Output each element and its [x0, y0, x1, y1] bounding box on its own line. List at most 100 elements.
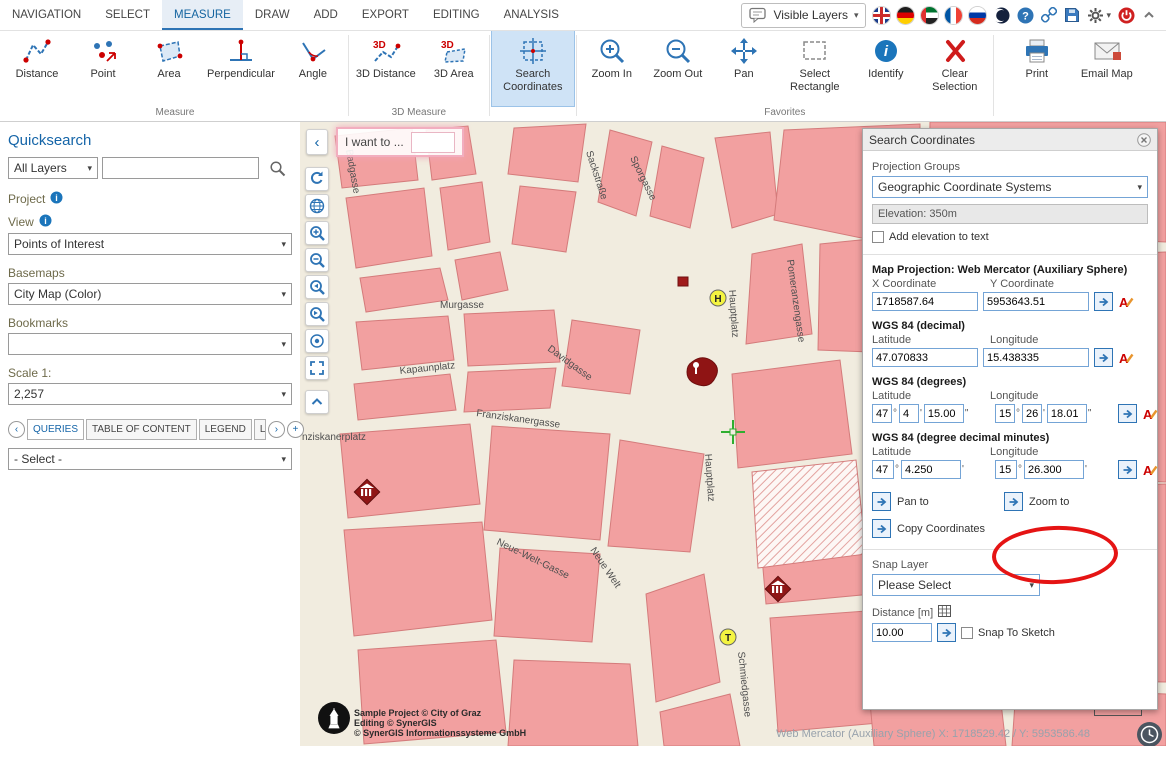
flag-germany-icon[interactable]	[897, 7, 914, 24]
menu-tab-analysis[interactable]: ANALYSIS	[492, 0, 571, 30]
angle-button[interactable]: Angle	[280, 30, 346, 106]
latitude-degrees-input[interactable]	[872, 404, 892, 423]
perpendicular-button[interactable]: Perpendicular	[202, 30, 280, 106]
point-button[interactable]: Point	[70, 30, 136, 106]
query-dropdown[interactable]: - Select - ▾	[8, 448, 292, 470]
longitude-degrees-input[interactable]	[995, 404, 1015, 423]
scale-dropdown[interactable]: 2,257 ▾	[8, 383, 292, 405]
3d-distance-button[interactable]: 3D 3D Distance	[351, 30, 421, 106]
apply-decimal-button[interactable]	[1094, 348, 1113, 367]
flag-uk-icon[interactable]	[873, 7, 890, 24]
longitude-ddm-degrees-input[interactable]	[995, 460, 1017, 479]
latitude-ddm-minutes-input[interactable]	[901, 460, 961, 479]
label-coordinate-icon[interactable]: A	[1142, 406, 1158, 422]
collapse-ribbon-icon[interactable]	[1142, 8, 1156, 22]
collapse-tools-icon[interactable]	[305, 390, 329, 414]
label-coordinate-icon[interactable]: A	[1118, 350, 1134, 366]
selected-feature-blob[interactable]	[687, 358, 717, 386]
help-icon[interactable]: ?	[1017, 7, 1034, 24]
menu-tab-navigation[interactable]: NAVIGATION	[0, 0, 93, 30]
longitude-ddm-minutes-input[interactable]	[1024, 460, 1084, 479]
3d-area-button[interactable]: 3D 3D Area	[421, 30, 487, 106]
apply-degrees-button[interactable]	[1118, 404, 1137, 423]
search-coordinates-button[interactable]: Search Coordinates	[492, 30, 574, 106]
flag-uae-icon[interactable]	[921, 7, 938, 24]
latitude-decimal-input[interactable]	[872, 348, 978, 367]
longitude-seconds-input[interactable]	[1047, 404, 1087, 423]
zoom-to-button[interactable]: Zoom to	[1004, 492, 1069, 511]
power-icon[interactable]	[1118, 7, 1135, 24]
add-elevation-checkbox[interactable]	[872, 231, 884, 243]
menu-tab-editing[interactable]: EDITING	[421, 0, 492, 30]
panel-header[interactable]: Search Coordinates	[863, 129, 1157, 151]
zoom-in-button[interactable]: Zoom In	[579, 30, 645, 106]
history-clock-icon[interactable]	[1136, 721, 1163, 746]
poi-marker-t[interactable]: T	[720, 629, 736, 645]
clear-selection-button[interactable]: Clear Selection	[919, 30, 991, 106]
label-coordinate-icon[interactable]: A	[1118, 294, 1134, 310]
i-want-to-widget[interactable]: I want to ...	[336, 127, 464, 157]
basemap-dropdown[interactable]: City Map (Color) ▾	[8, 283, 292, 305]
i-want-to-input[interactable]	[411, 132, 455, 153]
snap-distance-input[interactable]	[872, 623, 932, 642]
close-icon[interactable]	[1137, 133, 1151, 147]
full-extent-icon[interactable]	[305, 356, 329, 380]
tab-table-of-content[interactable]: TABLE OF CONTENT	[86, 419, 197, 440]
night-mode-icon[interactable]	[993, 7, 1010, 24]
tab-legend[interactable]: LEGEND	[199, 419, 252, 440]
menu-tab-draw[interactable]: DRAW	[243, 0, 302, 30]
apply-ddm-button[interactable]	[1118, 460, 1137, 479]
select-rectangle-button[interactable]: Select Rectangle	[777, 30, 853, 106]
tab-queries[interactable]: QUERIES	[27, 419, 84, 440]
tabs-scroll-left-icon[interactable]: ‹	[8, 421, 25, 438]
next-extent-icon[interactable]	[305, 302, 329, 326]
flag-france-icon[interactable]	[945, 7, 962, 24]
center-map-icon[interactable]	[305, 329, 329, 353]
tabs-scroll-right-icon[interactable]: ›	[268, 421, 285, 438]
layers-filter-dropdown[interactable]: All Layers ▾	[8, 157, 98, 179]
save-icon[interactable]	[1064, 7, 1080, 23]
sidebar-collapse-button[interactable]: ‹	[306, 129, 328, 155]
email-map-button[interactable]: Email Map	[1070, 30, 1144, 106]
longitude-minutes-input[interactable]	[1022, 404, 1042, 423]
label-coordinate-icon[interactable]: A	[1142, 462, 1158, 478]
area-button[interactable]: Area	[136, 30, 202, 106]
quicksearch-input[interactable]	[102, 157, 259, 179]
pan-button[interactable]: Pan	[711, 30, 777, 106]
menu-tab-add[interactable]: ADD	[302, 0, 350, 30]
link-icon[interactable]	[1041, 7, 1057, 23]
settings-button[interactable]: ▾	[1087, 7, 1111, 24]
pan-to-button[interactable]: Pan to	[872, 492, 1004, 511]
search-icon[interactable]	[263, 156, 292, 180]
quicksearch-title[interactable]: Quicksearch	[8, 132, 292, 149]
visible-layers-button[interactable]: Visible Layers ▾	[741, 3, 866, 28]
copy-coordinates-button[interactable]: Copy Coordinates	[872, 519, 985, 538]
snap-layer-dropdown[interactable]: Please Select ▾	[872, 574, 1040, 596]
y-coordinate-input[interactable]	[983, 292, 1089, 311]
zoom-in-tool-icon[interactable]	[305, 221, 329, 245]
latitude-ddm-degrees-input[interactable]	[872, 460, 894, 479]
zoom-out-tool-icon[interactable]	[305, 248, 329, 272]
grid-icon[interactable]	[938, 605, 951, 620]
globe-icon[interactable]	[305, 194, 329, 218]
snap-to-sketch-checkbox[interactable]	[961, 627, 973, 639]
longitude-decimal-input[interactable]	[983, 348, 1089, 367]
info-icon[interactable]: i	[39, 214, 52, 230]
poi-marker-h[interactable]: H	[710, 290, 726, 306]
print-button[interactable]: Print	[1004, 30, 1070, 106]
tab-truncated[interactable]: L	[254, 419, 266, 440]
x-coordinate-input[interactable]	[872, 292, 978, 311]
bookmarks-dropdown[interactable]: ▾	[8, 333, 292, 355]
refresh-icon[interactable]	[305, 167, 329, 191]
apply-distance-button[interactable]	[937, 623, 956, 642]
latitude-minutes-input[interactable]	[899, 404, 919, 423]
latitude-seconds-input[interactable]	[924, 404, 964, 423]
menu-tab-export[interactable]: EXPORT	[350, 0, 421, 30]
menu-tab-select[interactable]: SELECT	[93, 0, 162, 30]
zoom-out-button[interactable]: Zoom Out	[645, 30, 711, 106]
view-dropdown[interactable]: Points of Interest ▾	[8, 233, 292, 255]
projection-group-dropdown[interactable]: Geographic Coordinate Systems ▾	[872, 176, 1148, 198]
apply-xy-button[interactable]	[1094, 292, 1113, 311]
tabs-more-icon[interactable]: +	[287, 421, 304, 438]
flag-russia-icon[interactable]	[969, 7, 986, 24]
